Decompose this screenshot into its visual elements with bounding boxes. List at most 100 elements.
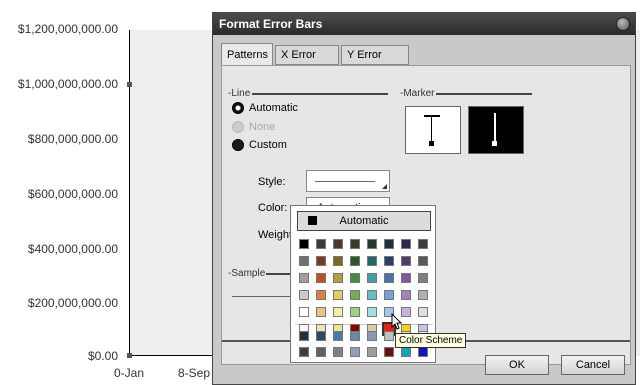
radio-button[interactable] — [232, 121, 244, 133]
color-swatch[interactable] — [333, 307, 343, 317]
dialog-titlebar[interactable]: Format Error Bars — [213, 13, 635, 35]
color-swatch[interactable] — [418, 290, 428, 300]
color-swatch[interactable] — [418, 256, 428, 266]
sample-line — [232, 296, 294, 297]
data-point-marker — [127, 353, 132, 358]
tab-x-error-bars[interactable]: X Error Bars — [275, 45, 339, 79]
line-group-label: -Line — [228, 88, 251, 99]
radio-none[interactable]: None — [232, 121, 275, 133]
automatic-swatch — [308, 216, 317, 225]
color-scheme-tooltip: Color Scheme — [395, 333, 467, 348]
color-swatch[interactable] — [350, 256, 360, 266]
color-swatch[interactable] — [384, 331, 394, 341]
y-tick-label: $200,000,000.00 — [27, 296, 118, 310]
color-swatch[interactable] — [316, 273, 326, 283]
color-swatch[interactable] — [299, 307, 309, 317]
error-bar-stem — [494, 113, 496, 143]
sample-group-label: -Sample — [228, 268, 266, 279]
color-swatch[interactable] — [367, 239, 377, 249]
color-swatch[interactable] — [350, 239, 360, 249]
color-swatch[interactable] — [418, 239, 428, 249]
color-swatch[interactable] — [401, 347, 411, 357]
color-swatch[interactable] — [367, 273, 377, 283]
marker-group-divider — [436, 93, 532, 95]
color-swatch[interactable] — [401, 239, 411, 249]
color-swatch[interactable] — [384, 256, 394, 266]
marker-group-text: Marker — [403, 88, 435, 99]
line-group-divider — [252, 93, 388, 95]
color-swatch[interactable] — [333, 290, 343, 300]
error-bar-point — [429, 141, 434, 146]
color-swatch[interactable] — [299, 256, 309, 266]
dialog-title: Format Error Bars — [219, 17, 323, 31]
line-group-text: Line — [231, 88, 251, 99]
x-axis-line — [129, 355, 219, 356]
color-swatch[interactable] — [316, 239, 326, 249]
color-swatch[interactable] — [333, 239, 343, 249]
radio-button[interactable] — [232, 139, 244, 151]
color-swatch[interactable] — [316, 290, 326, 300]
color-swatch[interactable] — [350, 290, 360, 300]
cancel-button[interactable]: Cancel — [561, 355, 625, 375]
x-tick-label: 0-Jan — [114, 366, 145, 380]
color-swatch[interactable] — [367, 307, 377, 317]
color-swatch[interactable] — [350, 273, 360, 283]
color-swatch[interactable] — [316, 331, 326, 341]
color-swatch[interactable] — [384, 239, 394, 249]
color-label: Color: — [258, 202, 288, 214]
chevron-down-icon — [382, 184, 387, 189]
color-swatch[interactable] — [418, 307, 428, 317]
style-dropdown[interactable] — [306, 170, 390, 192]
radio-automatic-label: Automatic — [249, 102, 298, 114]
color-swatch[interactable] — [401, 290, 411, 300]
color-swatch[interactable] — [299, 347, 309, 357]
color-swatch[interactable] — [367, 290, 377, 300]
tab-patterns[interactable]: Patterns — [221, 43, 273, 65]
color-swatch[interactable] — [299, 331, 309, 341]
y-tick-label: $1,200,000,000.00 — [17, 22, 118, 36]
color-swatch[interactable] — [299, 273, 309, 283]
y-tick-label: $400,000,000.00 — [27, 242, 118, 256]
color-swatch[interactable] — [401, 256, 411, 266]
color-swatch[interactable] — [384, 290, 394, 300]
color-swatch[interactable] — [316, 347, 326, 357]
color-swatch[interactable] — [367, 331, 377, 341]
marker-option-light[interactable] — [405, 106, 461, 154]
ok-button[interactable]: OK — [485, 355, 549, 375]
color-swatch[interactable] — [384, 347, 394, 357]
error-bar-stem — [431, 115, 432, 141]
marker-option-dark[interactable] — [468, 106, 524, 154]
color-swatch[interactable] — [333, 347, 343, 357]
color-swatch[interactable] — [299, 239, 309, 249]
color-swatch[interactable] — [316, 256, 326, 266]
color-swatch[interactable] — [299, 290, 309, 300]
close-icon[interactable] — [616, 17, 630, 31]
color-swatch[interactable] — [333, 331, 343, 341]
error-bar-top-cap — [424, 115, 440, 117]
automatic-color-label: Automatic — [339, 215, 389, 227]
color-swatch[interactable] — [333, 256, 343, 266]
color-swatch[interactable] — [316, 307, 326, 317]
color-swatch[interactable] — [384, 273, 394, 283]
color-swatch[interactable] — [350, 347, 360, 357]
color-swatch[interactable] — [350, 331, 360, 341]
automatic-color-button[interactable]: Automatic — [297, 211, 431, 231]
x-tick-label: 8-Sep — [178, 366, 211, 380]
sample-group-text: Sample — [231, 268, 266, 279]
color-swatch[interactable] — [401, 273, 411, 283]
tab-y-error-bars[interactable]: Y Error Bars — [341, 45, 409, 79]
color-swatch[interactable] — [418, 273, 428, 283]
color-swatch[interactable] — [350, 307, 360, 317]
data-point-marker — [127, 82, 132, 87]
y-axis-line — [129, 30, 130, 356]
color-swatch[interactable] — [418, 347, 428, 357]
radio-automatic[interactable]: Automatic — [232, 102, 298, 114]
color-swatch[interactable] — [367, 347, 377, 357]
radio-button[interactable] — [232, 102, 244, 114]
y-tick-label: $1,000,000,000.00 — [17, 77, 118, 91]
error-bar-point — [492, 141, 497, 146]
radio-custom-label: Custom — [249, 139, 287, 151]
color-swatch[interactable] — [367, 256, 377, 266]
color-swatch[interactable] — [333, 273, 343, 283]
radio-custom[interactable]: Custom — [232, 139, 287, 151]
